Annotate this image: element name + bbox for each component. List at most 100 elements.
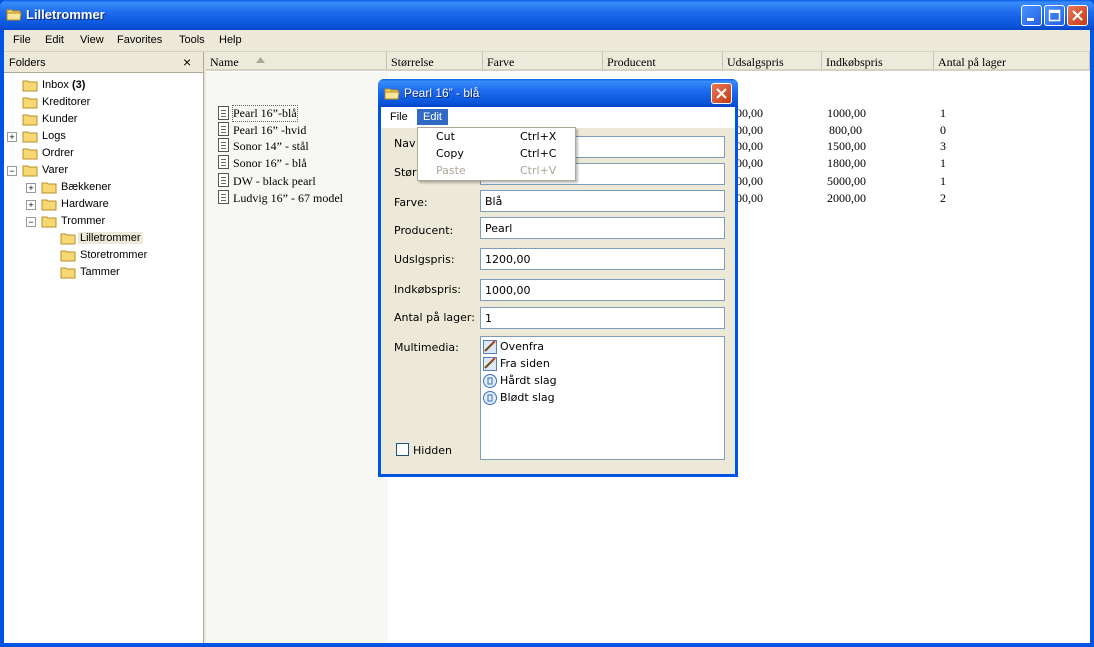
column-header-name[interactable]: Name (206, 52, 387, 71)
document-icon (218, 138, 229, 152)
minimize-icon (1027, 18, 1034, 21)
multimedia-label-text: Ovenfra (500, 340, 545, 353)
minimize-button[interactable] (1021, 5, 1042, 26)
folder-icon (22, 131, 38, 143)
column-header-udsalgspris[interactable]: Udsalgspris (723, 52, 822, 71)
folder-open-icon (384, 88, 400, 100)
farve-field[interactable]: Blå (480, 190, 725, 212)
antal-label: Antal på lager: (394, 311, 475, 324)
tree-label: Bækkener (61, 181, 112, 193)
hidden-label: Hidden (413, 444, 453, 457)
producent-field[interactable]: Pearl (480, 217, 725, 239)
menu-bar: File Edit View Favorites Tools Help (4, 30, 1090, 52)
udsalgspris-label: Udslgspris: (394, 253, 455, 266)
folders-pane: Folders × Inbox (3) Kreditorer Kunder + … (4, 52, 204, 643)
folder-open-icon (22, 165, 38, 177)
tree-label: Logs (42, 130, 66, 142)
dialog-menu-bar: File Edit (381, 107, 735, 128)
audio-icon (483, 374, 497, 388)
tree-label: Storetrommer (80, 249, 148, 261)
close-folders-button[interactable]: × (183, 54, 191, 70)
antal-field[interactable]: 1 (480, 307, 725, 329)
close-icon (1072, 10, 1083, 21)
dialog-close-button[interactable] (711, 83, 732, 104)
row-indkobspris: 1000,00 (827, 106, 866, 120)
audio-icon (483, 391, 497, 405)
expand-baekkener-icon[interactable]: + (26, 183, 36, 193)
row-name: DW - black pearl (233, 174, 316, 188)
menu-item-shortcut: Ctrl+X (520, 130, 557, 143)
folder-icon (41, 182, 57, 194)
row-antal: 0 (940, 123, 946, 137)
image-icon (483, 357, 497, 371)
column-header-storrelse[interactable]: Størrelse (387, 52, 483, 71)
document-icon (218, 190, 229, 204)
row-udsalgspris: 00,00 (736, 156, 763, 170)
column-header-indkobspris[interactable]: Indkøbspris (822, 52, 934, 71)
row-indkobspris: 1500,00 (827, 139, 866, 153)
row-udsalgspris: 00,00 (736, 106, 763, 120)
folders-header: Folders × (4, 52, 203, 73)
storrelse-label: Stør (394, 166, 417, 179)
menu-view[interactable]: View (80, 34, 104, 46)
row-udsalgspris: 00,00 (736, 191, 763, 205)
menu-tools[interactable]: Tools (179, 34, 205, 46)
row-udsalgspris: 00,00 (736, 139, 763, 153)
tree-label: Kunder (42, 113, 78, 125)
document-icon (218, 106, 229, 120)
folder-icon (41, 216, 57, 228)
tree-label: Ordrer (42, 147, 74, 159)
tree-label: Lilletrommer (78, 232, 143, 244)
row-name: Pearl 16”-blå (232, 105, 298, 122)
maximize-icon (1048, 9, 1061, 22)
menu-edit[interactable]: Edit (45, 34, 64, 46)
folder-open-icon (60, 233, 76, 245)
close-button[interactable] (1067, 5, 1088, 26)
menu-item-copy[interactable]: Copy Ctrl+C (418, 145, 573, 162)
maximize-button[interactable] (1044, 5, 1065, 26)
dialog-menu-edit[interactable]: Edit (417, 109, 448, 125)
expand-logs-icon[interactable]: + (7, 132, 17, 142)
menu-item-label: Paste (436, 164, 466, 177)
udsalgspris-field[interactable]: 1200,00 (480, 248, 725, 270)
column-header-antal[interactable]: Antal på lager (934, 52, 1090, 71)
row-indkobspris: 800,00 (829, 123, 862, 137)
menu-file[interactable]: File (13, 34, 31, 46)
dialog-title-bar[interactable]: Pearl 16” - blå (378, 79, 738, 107)
folder-icon (22, 97, 38, 109)
hidden-checkbox[interactable] (396, 443, 409, 456)
tree-label: Kreditorer (42, 96, 91, 108)
window-title: Lilletrommer (26, 7, 105, 22)
row-name: Sonor 16” - blå (233, 156, 307, 170)
row-name: Sonor 14” - stål (233, 139, 309, 153)
row-antal: 1 (940, 106, 946, 120)
folder-icon (6, 9, 22, 21)
folder-icon (22, 114, 38, 126)
column-header-farve[interactable]: Farve (483, 52, 603, 71)
row-antal: 2 (940, 191, 946, 205)
document-icon (218, 173, 229, 187)
collapse-varer-icon[interactable]: − (7, 166, 17, 176)
column-header-producent[interactable]: Producent (603, 52, 723, 71)
collapse-trommer-icon[interactable]: − (26, 217, 36, 227)
menu-help[interactable]: Help (219, 34, 242, 46)
close-icon (716, 88, 727, 99)
menu-item-shortcut: Ctrl+V (520, 164, 557, 177)
menu-item-label: Cut (436, 130, 455, 143)
tree-label: Inbox (42, 79, 69, 91)
tree-label: Tammer (80, 266, 120, 278)
indkobspris-field[interactable]: 1000,00 (480, 279, 725, 301)
sort-ascending-icon (256, 57, 265, 63)
multimedia-list[interactable]: Ovenfra Fra siden Hårdt slag Blødt slag (480, 336, 725, 460)
row-name: Ludvig 16” - 67 model (233, 191, 343, 205)
tree-label: Trommer (61, 215, 106, 227)
unread-count: (3) (71, 79, 86, 91)
folders-title: Folders (9, 57, 46, 69)
menu-item-cut[interactable]: Cut Ctrl+X (418, 128, 573, 145)
dialog-menu-file[interactable]: File (390, 111, 408, 123)
title-bar[interactable]: Lilletrommer (0, 0, 1094, 30)
expand-hardware-icon[interactable]: + (26, 200, 36, 210)
menu-item-paste[interactable]: Paste Ctrl+V (418, 162, 573, 179)
menu-favorites[interactable]: Favorites (117, 34, 162, 46)
row-antal: 1 (940, 174, 946, 188)
